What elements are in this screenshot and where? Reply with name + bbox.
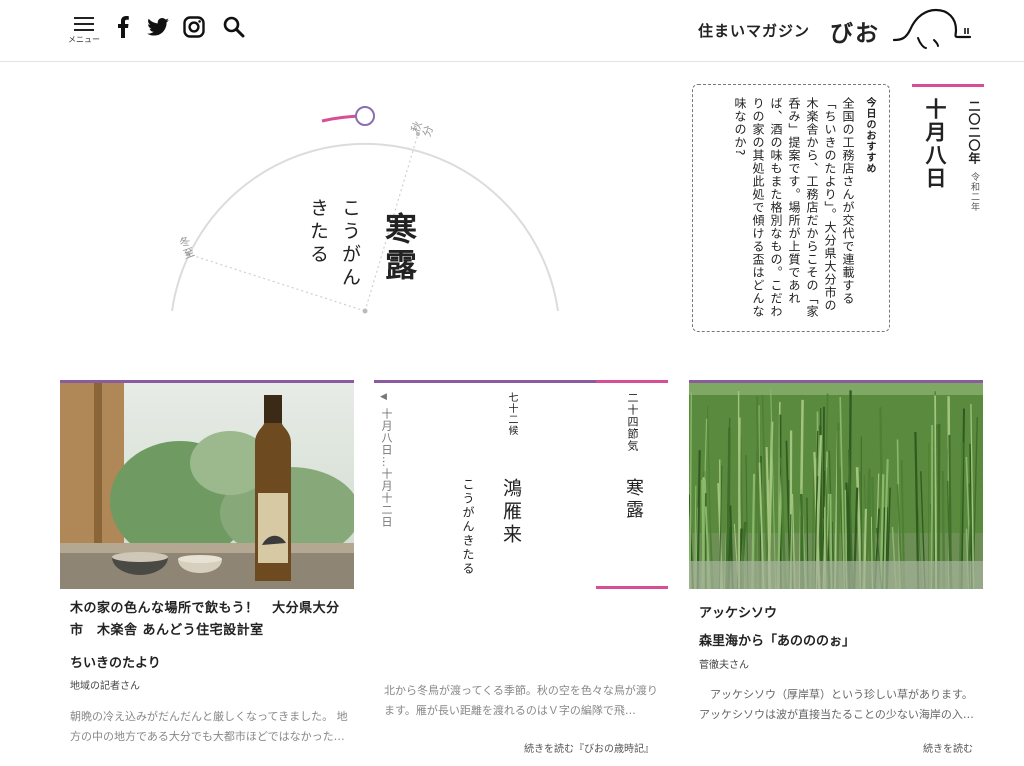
article-card-sake[interactable]: 木の家の色んな場所で飲もう！ 大分県大分市 木楽舎 あんどう住宅設計室 ちいきの…	[60, 380, 354, 760]
hero-title: 寒露	[380, 212, 418, 284]
twitter-link[interactable]	[145, 14, 171, 40]
card2-excerpt: 北から冬鳥が渡ってくる季節。秋の空を色々な鳥が渡ります。雁が長い距離を渡れるのは…	[384, 684, 658, 717]
glasswort-photo[interactable]	[689, 383, 983, 589]
today-date: 十月八日	[923, 98, 948, 190]
sekki-accent-bottom	[596, 586, 668, 589]
hero-reading: こうがん きたる	[307, 198, 361, 290]
year-text: 二〇二〇年	[967, 100, 981, 165]
card3-series[interactable]: 森里海から「あのののぉ」	[699, 630, 855, 649]
menu-label: メニュー	[68, 35, 100, 44]
kou-reading: こうがんきたる	[461, 478, 475, 576]
read-more-link[interactable]: 続きを読む『びおの歳時記』	[524, 740, 654, 755]
twitter-icon	[147, 18, 169, 36]
date-accent-bar	[912, 84, 984, 87]
search-button[interactable]	[221, 14, 247, 40]
read-more-link[interactable]: 続きを読む	[923, 740, 973, 755]
recommend-box[interactable]: 今日のおすすめ 全国の工務店さんが交代で連載する「ちいきのたより」。大分県大分市…	[692, 84, 890, 332]
card1-series[interactable]: ちいきのたより	[70, 652, 161, 671]
menu-icon	[74, 17, 94, 31]
instagram-link[interactable]	[181, 14, 207, 40]
facebook-link[interactable]	[110, 14, 136, 40]
arrow-left-icon[interactable]: ◀	[380, 392, 387, 402]
article-card-plant[interactable]: アッケシソウ 森里海から「あのののぉ」 菅徹夫さん アッケシソウ（厚岸草）という…	[689, 380, 983, 760]
period-text: 十月八日…十月十二日	[380, 408, 393, 528]
card3-title[interactable]: アッケシソウ	[699, 602, 777, 621]
recommend-heading: 今日のおすすめ	[864, 97, 875, 174]
era-text: 令和二年	[969, 172, 979, 212]
card1-title[interactable]: 木の家の色んな場所で飲もう！ 大分県大分市 木楽舎 あんどう住宅設計室	[70, 598, 350, 642]
kou-name: 鴻雁来	[500, 478, 522, 547]
brand-name[interactable]: びお	[830, 14, 880, 48]
bio-logo[interactable]	[892, 4, 974, 50]
sekki-name: 寒露	[623, 478, 644, 522]
recommend-text: 全国の工務店さんが交代で連載する「ちいきのたより」。大分県大分市の木楽舎から、工…	[733, 97, 855, 318]
menu-button[interactable]: メニュー	[64, 12, 104, 52]
kou-label: 七十二候	[506, 392, 517, 436]
sekki-label: 二十四節気	[626, 392, 639, 452]
brand-subtitle[interactable]: 住まいマガジン	[698, 20, 810, 41]
facebook-icon	[118, 16, 129, 38]
sekki-accent-top	[596, 380, 668, 383]
card3-author: 菅徹夫さん	[699, 660, 749, 671]
sake-photo[interactable]	[60, 383, 354, 589]
card1-author: 地域の記者さん	[70, 681, 140, 692]
card1-excerpt: 朝晩の冷え込みがだんだんと厳しくなってきました。 地方の中の地方である大分でも大…	[70, 710, 348, 743]
card-accent-bar	[374, 380, 598, 383]
card3-excerpt: アッケシソウ（厚岸草）という珍しい草があります。アッケシソウは波が直接当たること…	[699, 688, 974, 721]
today-marker	[355, 106, 375, 126]
site-header: メニュー 住まいマガジン びお	[0, 0, 1024, 62]
instagram-icon	[183, 16, 205, 38]
calendar-card[interactable]: 二十四節気 寒露 七十二候 鴻雁来 こうがんきたる ◀ 十月八日…十月十二日 北…	[374, 380, 668, 760]
search-icon	[223, 16, 245, 38]
